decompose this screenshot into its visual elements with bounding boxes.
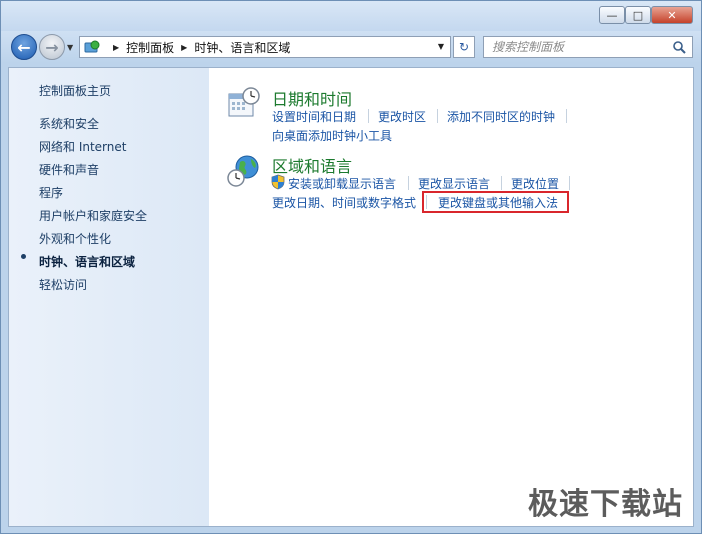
sidebar: 控制面板主页 系统和安全 网络和 Internet 硬件和声音 程序 用户帐户和… — [9, 68, 209, 526]
breadcrumb-control-panel[interactable]: 控制面板 — [126, 39, 174, 56]
search-input[interactable] — [492, 40, 662, 54]
link-divider — [437, 109, 438, 123]
back-button[interactable]: ← — [11, 34, 37, 60]
link-divider — [501, 176, 502, 190]
sidebar-item-ease-of-access[interactable]: 轻松访问 — [39, 276, 87, 293]
link-divider — [566, 109, 567, 123]
navigation-bar: ← → ▼ ▶ 控制面板 ▶ 时钟、语言和区域 ▼ ↻ — [1, 31, 701, 63]
address-separator-icon: ▶ — [181, 42, 188, 52]
link-change-time-zone[interactable]: 更改时区 — [378, 108, 426, 125]
content-area: 控制面板主页 系统和安全 网络和 Internet 硬件和声音 程序 用户帐户和… — [8, 67, 694, 527]
annotation-highlight-box — [422, 191, 569, 213]
globe-clock-icon[interactable] — [227, 154, 261, 188]
refresh-button[interactable]: ↻ — [453, 36, 475, 58]
link-add-clocks[interactable]: 添加不同时区的时钟 — [447, 108, 555, 125]
breadcrumb-clock-language-region[interactable]: 时钟、语言和区域 — [194, 39, 290, 56]
link-set-time-date[interactable]: 设置时间和日期 — [272, 108, 356, 125]
close-button[interactable]: ✕ — [651, 6, 693, 24]
link-divider — [368, 109, 369, 123]
link-divider — [569, 176, 570, 190]
control-panel-icon — [84, 40, 100, 53]
sidebar-item-programs[interactable]: 程序 — [39, 184, 63, 201]
address-dropdown-icon[interactable]: ▼ — [438, 42, 444, 51]
address-bar[interactable]: ▶ 控制面板 ▶ 时钟、语言和区域 ▼ — [79, 36, 451, 58]
control-panel-window: — □ ✕ ← → ▼ ▶ 控制面板 ▶ 时钟、语言和区域 ▼ ↻ 搜索控制面板… — [0, 0, 702, 534]
sidebar-item-clock-language-region[interactable]: 时钟、语言和区域 — [39, 253, 135, 270]
uac-shield-icon — [271, 174, 285, 190]
link-add-clock-gadget[interactable]: 向桌面添加时钟小工具 — [272, 127, 392, 144]
sidebar-item-user-accounts[interactable]: 用户帐户和家庭安全 — [39, 207, 147, 224]
window-controls: — □ ✕ — [599, 6, 693, 24]
sidebar-item-network-internet[interactable]: 网络和 Internet — [39, 138, 126, 155]
minimize-button[interactable]: — — [599, 6, 625, 24]
link-install-display-language[interactable]: 安装或卸载显示语言 — [288, 175, 396, 192]
title-bar: — □ ✕ — [1, 1, 701, 31]
sidebar-item-hardware-sound[interactable]: 硬件和声音 — [39, 161, 99, 178]
search-box[interactable] — [483, 36, 693, 58]
category-title-date-time[interactable]: 日期和时间 — [272, 86, 352, 110]
sidebar-item-appearance[interactable]: 外观和个性化 — [39, 230, 111, 247]
link-change-date-time-number-format[interactable]: 更改日期、时间或数字格式 — [272, 194, 416, 211]
link-change-display-language[interactable]: 更改显示语言 — [418, 175, 490, 192]
maximize-button[interactable]: □ — [625, 6, 651, 24]
active-bullet-icon — [21, 254, 26, 259]
link-divider — [408, 176, 409, 190]
watermark-text: 极速下载站 — [528, 487, 683, 522]
sidebar-item-home[interactable]: 控制面板主页 — [39, 82, 111, 99]
calendar-clock-icon[interactable] — [227, 86, 261, 120]
recent-pages-dropdown-icon[interactable]: ▼ — [67, 43, 73, 52]
main-panel: 日期和时间 设置时间和日期 更改时区 添加不同时区的时钟 向桌面添加时钟小工具 … — [209, 68, 693, 526]
link-change-location[interactable]: 更改位置 — [511, 175, 559, 192]
sidebar-item-system-security[interactable]: 系统和安全 — [39, 115, 99, 132]
search-icon[interactable] — [672, 40, 686, 54]
forward-button[interactable]: → — [39, 34, 65, 60]
address-separator-icon: ▶ — [113, 42, 120, 52]
